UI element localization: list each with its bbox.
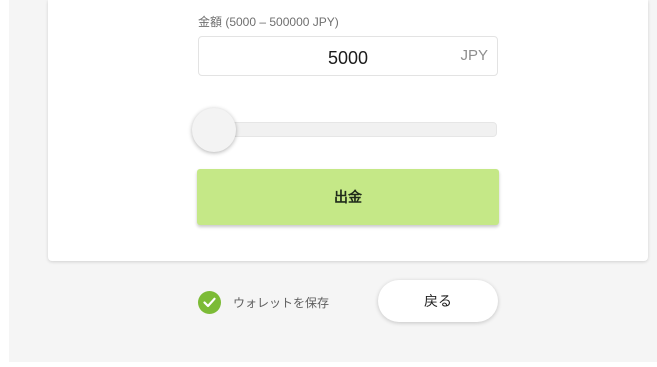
save-wallet-checkbox[interactable]: ウォレットを保存 [198,290,329,314]
amount-input[interactable]: 5000 JPY [198,36,498,76]
back-button[interactable]: 戻る [378,280,498,322]
check-circle-icon[interactable] [198,290,221,314]
save-wallet-label: ウォレットを保存 [233,295,330,310]
withdraw-button[interactable]: 出金 [197,169,499,225]
amount-label: 金額 (5000 – 500000 JPY) [198,15,339,29]
checkmark-icon [203,297,216,307]
amount-slider-track[interactable] [197,122,497,137]
amount-slider-thumb[interactable] [192,108,236,152]
amount-value[interactable]: 5000 [199,48,497,69]
currency-label: JPY [460,47,488,64]
page-background: 金額 (5000 – 500000 JPY) 5000 JPY 出金 ウォレット… [9,0,657,362]
withdraw-card: 金額 (5000 – 500000 JPY) 5000 JPY 出金 [48,0,648,261]
